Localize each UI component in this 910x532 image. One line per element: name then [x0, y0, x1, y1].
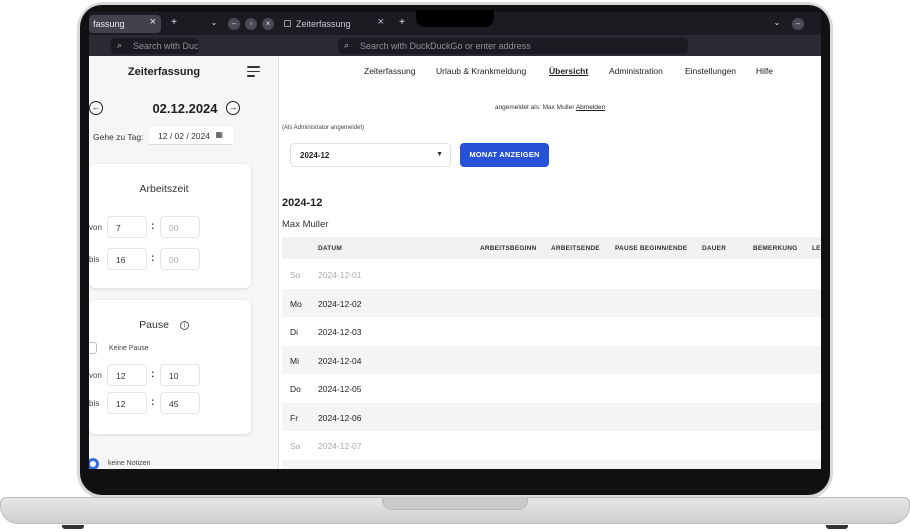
work-from-minute-input[interactable]: 00 — [160, 216, 200, 238]
work-to-label: bis — [89, 255, 100, 264]
pause-from-hour-input[interactable]: 12 — [107, 364, 147, 386]
sidebar: Zeiterfassung ← 02.12.2024 → Gehe zu Tag… — [89, 56, 279, 469]
no-pause-label: Keine Pause — [109, 345, 149, 352]
pause-from-label: von — [89, 371, 102, 380]
search-icon: ⌕ — [117, 40, 123, 50]
show-month-button[interactable]: MONAT ANZEIGEN — [460, 143, 549, 167]
work-time-title: Arbeitszeit — [139, 183, 189, 195]
col-arbeitsende[interactable]: ARBEITSENDE — [551, 245, 600, 252]
logout-link[interactable]: Abmelden — [576, 104, 605, 111]
admin-note: (Als Administrator angemeldet) — [282, 125, 365, 131]
table-row[interactable]: Sa 2024-12-07 — [282, 431, 821, 460]
close-window-icon[interactable]: × — [262, 18, 274, 30]
goto-day-label: Gehe zu Tag: — [93, 132, 144, 142]
table-row[interactable]: Mi 2024-12-04 — [282, 345, 821, 374]
main-content: Zeiterfassung Urlaub & Krankmeldung Über… — [279, 56, 821, 469]
top-nav: Zeiterfassung Urlaub & Krankmeldung Über… — [279, 56, 821, 84]
toolbar: ↻ ⌕ Search with Duc ▯ ⤓ » ≡ ← → ↻ ⌕ Sear… — [89, 35, 821, 73]
laptop-base — [0, 497, 910, 532]
work-time-card: Arbeitszeit von 7 : 00 bis 16 : 00 — [89, 164, 251, 288]
trackpad-groove — [382, 497, 528, 510]
month-select[interactable]: 2024-12 ▼ — [290, 143, 451, 167]
previous-day-icon[interactable]: ← — [89, 101, 103, 115]
tab-title: Zeiterfassung — [296, 19, 351, 29]
col-le[interactable]: LE — [812, 245, 821, 252]
date-navigator: ← 02.12.2024 → — [89, 100, 278, 118]
nav-uebersicht[interactable]: Übersicht — [549, 66, 588, 76]
search-icon: ⌕ — [344, 40, 350, 50]
work-from-label: von — [89, 223, 102, 232]
table-row[interactable]: So 2024-12-08 — [282, 459, 821, 469]
hamburger-icon[interactable] — [247, 66, 260, 77]
pause-title: Pause i — [89, 319, 239, 331]
nav-einstellungen[interactable]: Einstellungen — [685, 66, 736, 76]
pause-card: Pause i Keine Pause von 12 : 10 bis 12 :… — [89, 300, 251, 434]
table-row[interactable]: Di 2024-12-03 — [282, 317, 821, 346]
calendar-icon[interactable]: ▦ — [215, 130, 223, 139]
work-to-minute-input[interactable]: 00 — [160, 248, 200, 270]
col-pause[interactable]: PAUSE BEGINN/ENDE — [615, 245, 687, 252]
col-datum[interactable]: DATUM — [318, 245, 342, 252]
pause-to-label: bis — [89, 399, 100, 408]
new-tab-icon[interactable]: + — [167, 16, 181, 30]
nav-zeiterfassung[interactable]: Zeiterfassung — [364, 66, 416, 76]
close-tab-icon[interactable]: × — [378, 16, 384, 28]
search-input[interactable]: ⌕ Search with Duc — [111, 38, 199, 54]
nav-urlaub[interactable]: Urlaub & Krankmeldung — [436, 66, 526, 76]
screen: fassung × + ⌄ – ▫ × Zeiterfassung × + ⌄ … — [89, 12, 821, 469]
camera-notch — [416, 10, 494, 27]
page-icon — [284, 20, 291, 27]
address-placeholder: Search with DuckDuckGo or enter address — [360, 41, 531, 51]
goto-day-input[interactable]: 12 / 02 / 2024 ▦ — [149, 127, 233, 145]
user-name: Max Muller — [282, 219, 329, 230]
no-notes-radio[interactable] — [89, 458, 99, 469]
minimize-icon[interactable]: – — [228, 18, 240, 30]
maximize-icon[interactable]: ▫ — [245, 18, 257, 30]
search-placeholder: Search with Duc — [133, 41, 199, 51]
month-heading: 2024-12 — [282, 197, 323, 209]
new-tab-icon[interactable]: + — [395, 16, 409, 30]
table-row[interactable]: So 2024-12-01 — [282, 260, 821, 289]
login-status: angemeldet als: Max Muller Abmelden — [494, 104, 606, 111]
table-header: DATUM ARBEITSBEGINN ARBEITSENDE PAUSE BE… — [282, 237, 821, 259]
table-row[interactable]: Mo 2024-12-02 — [282, 288, 821, 317]
pause-to-minute-input[interactable]: 45 — [160, 392, 200, 414]
pause-from-minute-input[interactable]: 10 — [160, 364, 200, 386]
table-row[interactable]: Fr 2024-12-06 — [282, 402, 821, 431]
work-from-hour-input[interactable]: 7 — [107, 216, 147, 238]
caret-down-icon: ▼ — [436, 151, 443, 158]
close-tab-icon[interactable]: × — [150, 16, 156, 28]
no-pause-checkbox[interactable] — [89, 342, 97, 354]
minimize-icon[interactable]: – — [792, 18, 804, 30]
col-dauer[interactable]: DAUER — [702, 245, 726, 252]
work-to-hour-input[interactable]: 16 — [107, 248, 147, 270]
chevron-down-icon[interactable]: ⌄ — [770, 16, 784, 30]
nav-administration[interactable]: Administration — [609, 66, 663, 76]
col-arbeitsbeginn[interactable]: ARBEITSBEGINN — [480, 245, 536, 252]
tab-title: fassung — [93, 19, 125, 29]
address-bar[interactable]: ⌕ Search with DuckDuckGo or enter addres… — [338, 38, 688, 54]
browser-tab-2[interactable]: Zeiterfassung × — [281, 15, 389, 33]
nav-hilfe[interactable]: Hilfe — [756, 66, 773, 76]
no-notes-label: keine Notizen — [108, 460, 151, 467]
chevron-down-icon[interactable]: ⌄ — [207, 16, 221, 30]
sidebar-title: Zeiterfassung — [127, 66, 201, 78]
col-bemerkung[interactable]: BEMERKUNG — [753, 245, 797, 252]
browser-tab-1[interactable]: fassung × — [89, 15, 161, 33]
next-day-icon[interactable]: → — [226, 101, 240, 115]
table-row[interactable]: Do 2024-12-05 — [282, 374, 821, 403]
pause-to-hour-input[interactable]: 12 — [107, 392, 147, 414]
info-icon[interactable]: i — [179, 321, 189, 330]
